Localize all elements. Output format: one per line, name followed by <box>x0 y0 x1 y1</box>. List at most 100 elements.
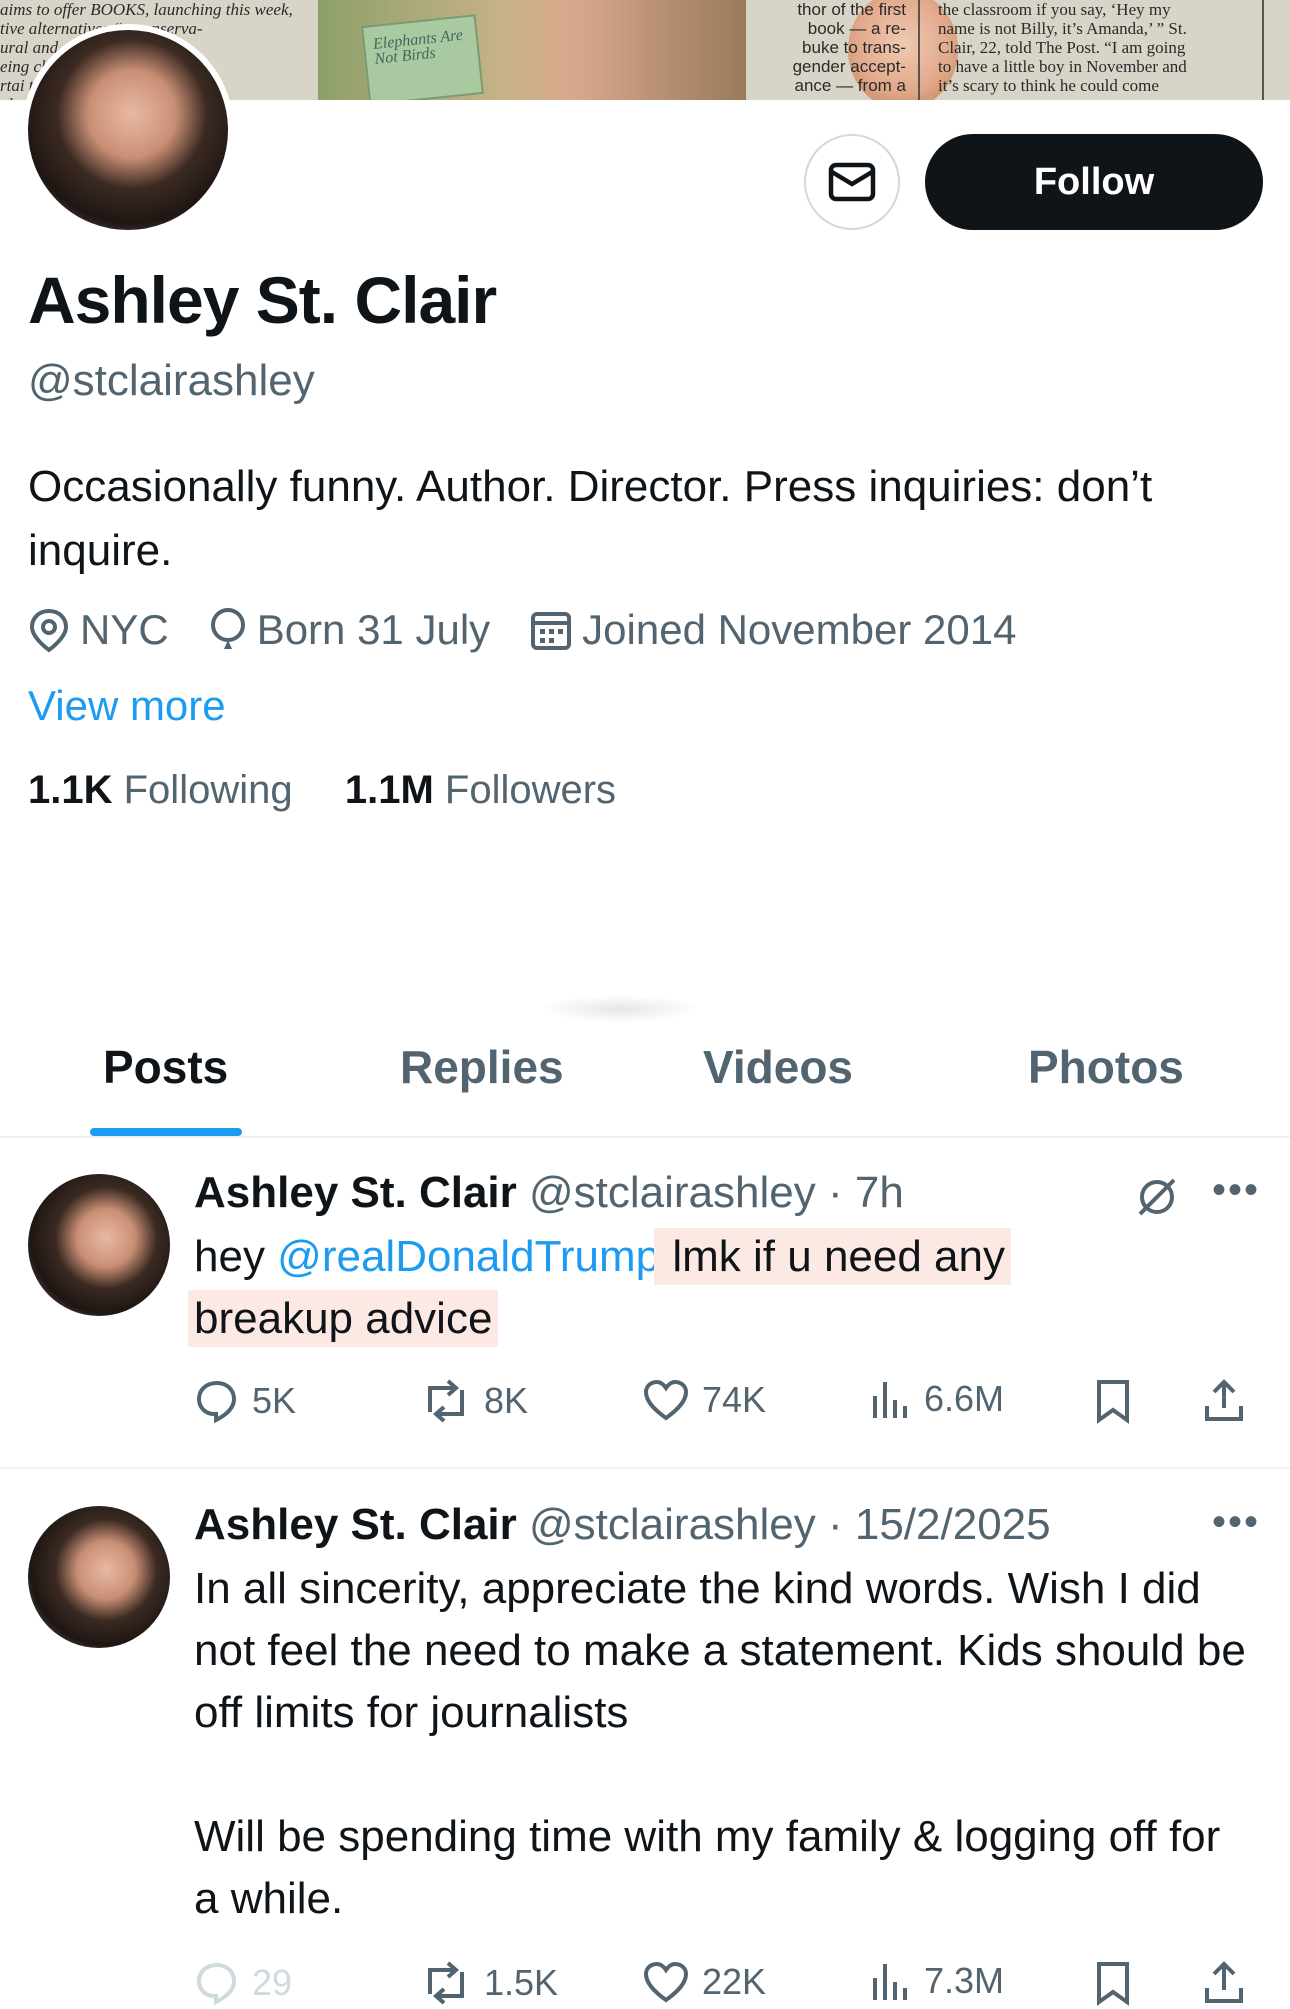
post-author-name[interactable]: Ashley St. Clair <box>194 1500 517 1549</box>
post-avatar[interactable] <box>28 1506 170 1648</box>
heart-icon <box>643 1961 689 2003</box>
profile-tabs: Posts Replies Videos Photos <box>0 1030 1290 1138</box>
news-line: book — a re- <box>807 19 906 38</box>
following-count: 1.1K <box>28 768 113 812</box>
view-count: 7.3M <box>924 1960 1005 2001</box>
following-link[interactable]: 1.1K Following <box>28 768 293 812</box>
followers-link[interactable]: 1.1M Followers <box>345 768 616 812</box>
column-divider <box>918 0 920 100</box>
news-line: aims to offer BOOKS, launching this week… <box>0 0 293 19</box>
post[interactable]: Ashley St. Clair @stclairashley · 7h •••… <box>0 1168 1290 1468</box>
calendar-icon <box>531 612 572 650</box>
news-line: it’s scary to think he could come <box>938 76 1159 95</box>
post-author-name[interactable]: Ashley St. Clair <box>194 1168 517 1217</box>
location-text: NYC <box>80 606 169 653</box>
more-options-icon[interactable]: ••• <box>1212 1500 1260 1545</box>
profile-meta: NYC Born 31 July Joined November 2014 <box>28 600 1056 660</box>
like-count: 22K <box>702 1961 767 2002</box>
bookmark-button[interactable] <box>1094 1960 1144 2006</box>
view-count: 6.6M <box>924 1378 1005 1419</box>
tab-videos[interactable]: Videos <box>703 1040 853 1094</box>
book-cover: Elephants Are Not Birds <box>361 14 484 100</box>
following-label: Following <box>123 768 293 812</box>
bookmark-button[interactable] <box>1094 1378 1144 1424</box>
scroll-indicator <box>540 995 700 1023</box>
location: NYC <box>28 606 169 654</box>
like-button[interactable]: 74K <box>642 1378 766 1422</box>
more-options-icon[interactable]: ••• <box>1212 1168 1260 1213</box>
active-tab-indicator <box>90 1128 242 1136</box>
post-text-part: hey <box>194 1232 278 1281</box>
news-line: the classroom if you say, ‘Hey my <box>938 0 1171 19</box>
profile-avatar[interactable] <box>22 24 234 236</box>
birthday: Born 31 July <box>209 606 490 654</box>
book-title: Elephants Are Not Birds <box>372 26 464 68</box>
post-handle-time[interactable]: @stclairashley · 7h <box>529 1168 904 1217</box>
repost-count: 8K <box>484 1380 529 1421</box>
news-line: name is not Billy, it’s Amanda,’ ” St. <box>938 19 1187 38</box>
reply-button[interactable]: 29 <box>194 1960 292 2006</box>
reply-count: 29 <box>252 1962 293 2003</box>
repost-icon <box>428 1961 464 2005</box>
tab-replies[interactable]: Replies <box>400 1040 564 1094</box>
reply-icon <box>196 1962 237 2006</box>
followers-label: Followers <box>444 768 617 812</box>
post-text: hey @realDonaldTrump lmk if u need any b… <box>188 1226 1254 1350</box>
tab-posts[interactable]: Posts <box>103 1040 228 1094</box>
tab-photos[interactable]: Photos <box>1028 1040 1184 1094</box>
like-count: 74K <box>702 1379 767 1420</box>
post-handle-time[interactable]: @stclairashley · 15/2/2025 <box>529 1500 1051 1549</box>
follow-button[interactable]: Follow <box>925 134 1263 230</box>
muted-icon[interactable] <box>1132 1172 1182 1222</box>
profile-handle: @stclairashley <box>28 356 315 405</box>
message-button[interactable] <box>804 134 900 230</box>
repost-button[interactable]: 1.5K <box>420 1960 558 2006</box>
like-button[interactable]: 22K <box>642 1960 766 2004</box>
post-text: In all sincerity, appreciate the kind wo… <box>194 1564 1246 1737</box>
post-avatar[interactable] <box>28 1174 170 1316</box>
views-icon <box>873 1382 907 1418</box>
balloon-icon <box>210 608 245 649</box>
post-text: Will be spending time with my family & l… <box>194 1812 1221 1923</box>
highlighted-text: lmk if u need any <box>654 1228 1011 1285</box>
view-more-link[interactable]: View more <box>28 682 226 730</box>
news-line: thor of the first <box>797 0 906 19</box>
repost-button[interactable]: 8K <box>420 1378 528 1424</box>
post-header: Ashley St. Clair @stclairashley · 7h <box>194 1168 904 1218</box>
share-button[interactable] <box>1202 1378 1258 1424</box>
post[interactable]: Ashley St. Clair @stclairashley · 15/2/2… <box>0 1500 1290 2009</box>
envelope-icon <box>828 162 876 202</box>
profile-bio: Occasionally funny. Author. Director. Pr… <box>28 462 1153 575</box>
views-button[interactable]: 6.6M <box>870 1378 1004 1420</box>
news-line: buke to trans- <box>802 38 906 57</box>
reply-icon <box>196 1380 237 1424</box>
follow-stats: 1.1K Following 1.1M Followers <box>28 768 616 813</box>
news-line: to have a little boy in November and <box>938 57 1187 76</box>
newspaper-text-mid: thor of the first book — a re- buke to t… <box>756 0 906 95</box>
post-header: Ashley St. Clair @stclairashley · 15/2/2… <box>194 1500 1051 1550</box>
views-button[interactable]: 7.3M <box>870 1960 1004 2002</box>
highlighted-text: breakup advice <box>188 1290 499 1347</box>
mention-link[interactable]: @realDonaldTrump <box>277 1232 660 1281</box>
repost-count: 1.5K <box>484 1962 559 2003</box>
followers-count: 1.1M <box>344 768 434 812</box>
share-icon <box>1205 1961 1243 2003</box>
news-line: Clair, 22, told The Post. “I am going <box>938 38 1186 57</box>
post-actions: 29 1.5K 22K 7.3M <box>194 1960 1254 2009</box>
bookmark-icon <box>1097 1962 1129 2006</box>
newspaper-text-right: the classroom if you say, ‘Hey my name i… <box>938 0 1268 95</box>
post-actions: 5K 8K 74K 6.6M <box>194 1378 1254 1438</box>
repost-icon <box>428 1379 464 1423</box>
views-icon <box>873 1964 907 2000</box>
profile-name: Ashley St. Clair <box>28 263 497 337</box>
share-button[interactable] <box>1202 1960 1258 2006</box>
share-icon <box>1205 1379 1243 1421</box>
reply-count: 5K <box>252 1380 297 1421</box>
news-line: ance — from a <box>794 76 907 95</box>
joined-text: Joined November 2014 <box>582 606 1017 653</box>
bookmark-icon <box>1097 1380 1129 1424</box>
location-pin-icon <box>29 608 69 653</box>
column-divider <box>1262 0 1264 100</box>
reply-button[interactable]: 5K <box>194 1378 296 1424</box>
heart-icon <box>643 1379 689 1421</box>
